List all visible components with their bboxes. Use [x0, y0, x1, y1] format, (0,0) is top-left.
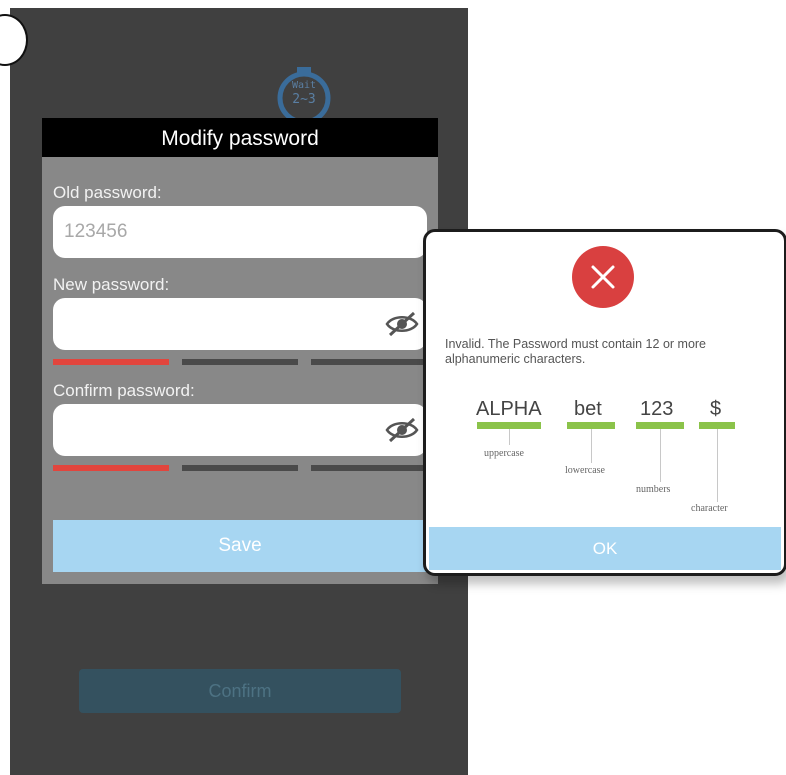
lowercase-bar [567, 422, 615, 429]
strength-segment [53, 465, 169, 471]
example-lowercase: bet [574, 398, 602, 420]
modify-password-dialog: Modify password Old password: 123456 New… [42, 118, 438, 584]
error-message: Invalid. The Password must contain 12 or… [445, 337, 707, 366]
strength-segment [311, 465, 427, 471]
character-caption: character [691, 503, 728, 514]
uppercase-bar [477, 422, 541, 429]
invalid-password-popup: Invalid. The Password must contain 12 or… [423, 229, 786, 576]
save-button[interactable]: Save [53, 520, 427, 572]
strength-segment [311, 359, 427, 365]
timer-label: Wait [291, 80, 317, 91]
confirm-password-label: Confirm password: [53, 381, 195, 400]
error-x-icon [572, 246, 634, 308]
example-character: $ [710, 398, 722, 420]
strength-segment [182, 359, 298, 365]
wait-timer: Wait 2~3 [274, 65, 334, 125]
old-password-field[interactable]: 123456 [53, 206, 427, 258]
example-numbers: 123 [640, 398, 674, 420]
example-uppercase: ALPHA [476, 398, 542, 420]
new-password-strength-meter [53, 359, 427, 365]
step-number-circle [0, 14, 28, 66]
numbers-bar [636, 422, 684, 429]
confirm-button[interactable]: Confirm [79, 669, 401, 713]
numbers-caption: numbers [636, 484, 671, 495]
character-bar [699, 422, 735, 429]
lowercase-caption: lowercase [565, 465, 605, 476]
strength-segment [182, 465, 298, 471]
new-password-label: New password: [53, 275, 170, 294]
timer-value: 2~3 [292, 92, 316, 107]
uppercase-caption: uppercase [484, 448, 524, 459]
numbers-leader [660, 429, 661, 482]
lowercase-leader [591, 429, 592, 463]
strength-segment [53, 359, 169, 365]
dialog-title: Modify password [42, 118, 438, 157]
confirm-password-strength-meter [53, 465, 427, 471]
character-leader [717, 429, 718, 502]
new-password-field[interactable] [53, 298, 427, 350]
confirm-password-field[interactable] [53, 404, 427, 456]
ok-button[interactable]: OK [429, 527, 781, 570]
old-password-value: 123456 [64, 221, 128, 242]
eye-off-icon[interactable] [385, 417, 419, 443]
eye-off-icon[interactable] [385, 311, 419, 337]
old-password-label: Old password: [53, 183, 162, 202]
uppercase-leader [509, 429, 510, 445]
